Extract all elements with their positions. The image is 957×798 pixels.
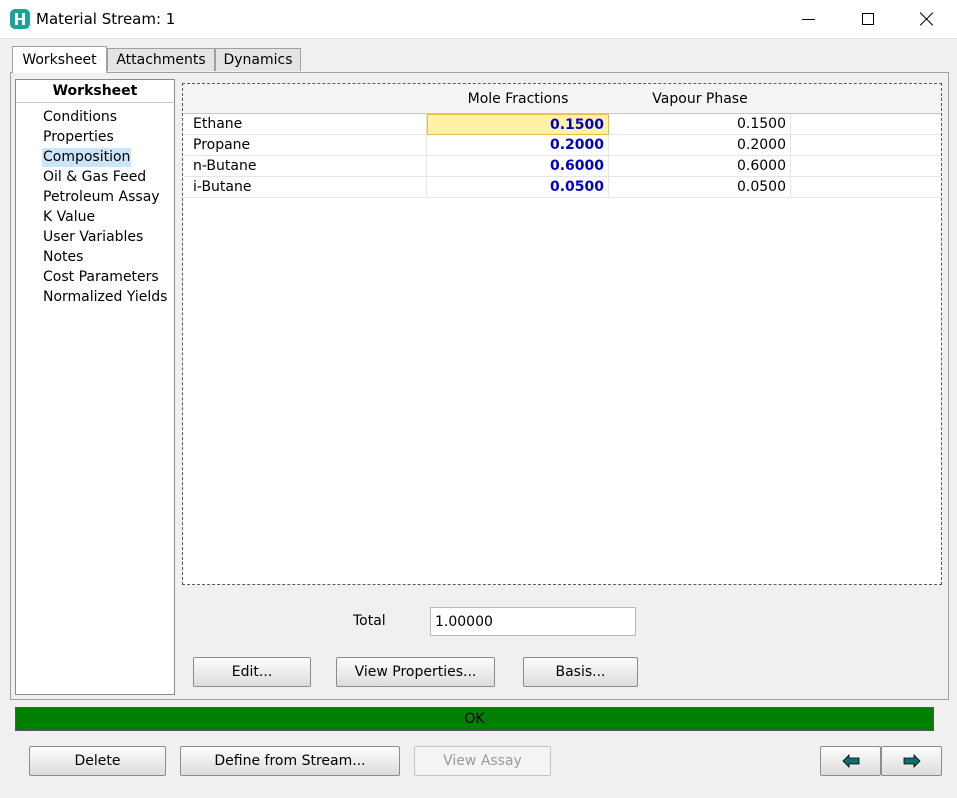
minimize-icon	[802, 19, 815, 20]
delete-button[interactable]: Delete	[29, 746, 166, 776]
component-name: Propane	[183, 135, 427, 156]
table-row: i-Butane 0.0500 0.0500	[183, 177, 941, 198]
table-row: n-Butane 0.6000 0.6000	[183, 156, 941, 177]
tab-dynamics[interactable]: Dynamics	[215, 48, 301, 71]
minimize-button[interactable]	[780, 0, 836, 38]
mole-fraction-cell[interactable]: 0.0500	[427, 177, 609, 198]
mole-fraction-cell[interactable]: 0.6000	[427, 156, 609, 177]
total-field: 1.00000	[430, 607, 636, 636]
page-item-petroleum-assay[interactable]: Petroleum Assay	[42, 188, 161, 207]
previous-button[interactable]	[820, 746, 881, 776]
table-row: Propane 0.2000 0.2000	[183, 135, 941, 156]
component-name: Ethane	[183, 114, 427, 135]
page-item-cost-parameters[interactable]: Cost Parameters	[42, 268, 160, 287]
arrow-left-icon	[842, 754, 860, 768]
maximize-icon	[862, 13, 874, 25]
vapour-phase-cell: 0.1500	[609, 114, 791, 135]
vapour-phase-cell: 0.0500	[609, 177, 791, 198]
page-item-notes[interactable]: Notes	[42, 248, 84, 267]
maximize-button[interactable]	[840, 0, 896, 38]
vapour-phase-cell: 0.2000	[609, 135, 791, 156]
page-item-conditions[interactable]: Conditions	[42, 108, 118, 127]
view-properties-button[interactable]: View Properties...	[336, 657, 495, 687]
page-list-header: Worksheet	[16, 80, 174, 103]
page-item-k-value[interactable]: K Value	[42, 208, 96, 227]
close-button[interactable]	[898, 0, 954, 38]
define-from-stream-button[interactable]: Define from Stream...	[180, 746, 400, 776]
next-button[interactable]	[881, 746, 942, 776]
page-item-normalized-yields[interactable]: Normalized Yields	[42, 288, 168, 307]
title-bar: Material Stream: 1	[0, 0, 957, 39]
window-title: Material Stream: 1	[36, 10, 176, 28]
worksheet-page-list: Worksheet Conditions Properties Composit…	[15, 79, 175, 695]
arrow-right-icon	[903, 754, 921, 768]
tab-attachments[interactable]: Attachments	[107, 48, 215, 71]
grid-corner-header	[183, 84, 428, 114]
mole-fraction-cell[interactable]: 0.1500	[427, 114, 609, 135]
page-item-properties[interactable]: Properties	[42, 128, 115, 147]
composition-grid: Mole Fractions Vapour Phase Ethane 0.150…	[182, 83, 942, 585]
total-label: Total	[353, 613, 386, 629]
basis-button[interactable]: Basis...	[523, 657, 638, 687]
component-name: i-Butane	[183, 177, 427, 198]
component-name: n-Butane	[183, 156, 427, 177]
mole-fraction-cell[interactable]: 0.2000	[427, 135, 609, 156]
page-item-user-variables[interactable]: User Variables	[42, 228, 144, 247]
status-bar: OK	[15, 707, 934, 731]
table-row: Ethane 0.1500 0.1500	[183, 114, 941, 135]
vapour-phase-cell: 0.6000	[609, 156, 791, 177]
column-header-vapour-phase[interactable]: Vapour Phase	[609, 84, 792, 114]
column-header-mole-fractions[interactable]: Mole Fractions	[427, 84, 610, 114]
tab-worksheet[interactable]: Worksheet	[12, 46, 107, 73]
view-assay-button[interactable]: View Assay	[414, 746, 551, 776]
edit-button[interactable]: Edit...	[193, 657, 311, 687]
column-header-empty	[791, 84, 941, 114]
page-item-composition[interactable]: Composition	[42, 148, 132, 167]
page-item-oil-gas-feed[interactable]: Oil & Gas Feed	[42, 168, 147, 187]
app-icon	[10, 9, 30, 29]
